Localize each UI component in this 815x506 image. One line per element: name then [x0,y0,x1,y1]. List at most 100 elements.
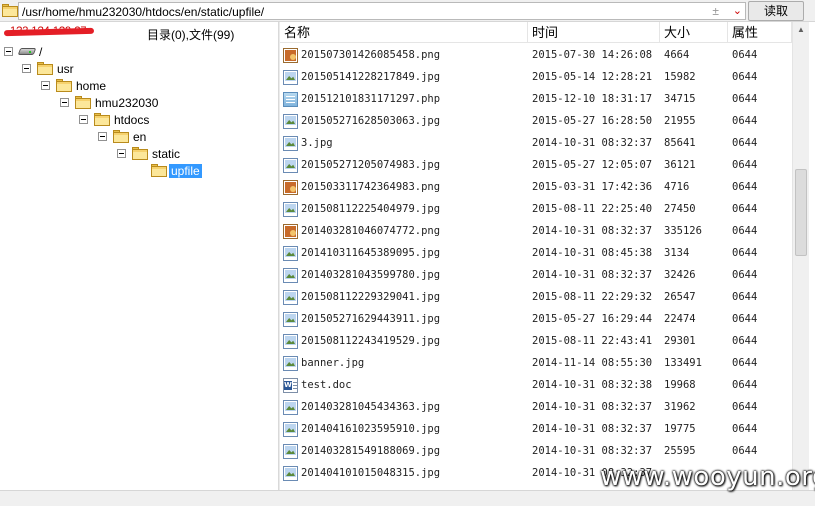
file-time: 2014-10-31 08:32:37 [532,445,653,457]
tree-node-label[interactable]: usr [55,62,76,76]
file-size: 4716 [664,181,690,193]
file-time: 2015-08-11 22:29:32 [532,291,653,303]
table-row[interactable]: 201505271628503063.jpg 2015-05-27 16:28:5… [280,111,792,133]
table-row[interactable]: 201404161023595910.jpg 2014-10-31 08:32:3… [280,419,792,441]
file-attr: 0644 [732,181,758,193]
file-attr: 0644 [732,137,758,149]
collapse-icon[interactable] [4,47,13,56]
file-time: 2014-10-31 08:32:37 [532,137,653,149]
table-row[interactable]: 201508112243419529.jpg 2015-08-11 22:43:4… [280,331,792,353]
file-name: 201512101831171297.php [301,93,441,105]
folder-icon [132,147,148,160]
jpg-image-icon [283,268,298,283]
collapse-icon[interactable] [98,132,107,141]
table-row[interactable]: 201403281045434363.jpg 2014-10-31 08:32:3… [280,397,792,419]
file-time: 2014-10-31 08:32:37 [532,269,653,281]
collapse-icon[interactable] [41,81,50,90]
column-header-size[interactable]: 大小 [660,22,728,43]
php-file-icon [283,92,298,107]
column-header-name[interactable]: 名称 [280,22,528,43]
tree-node-label[interactable]: en [131,130,148,144]
drive-icon [17,46,37,57]
jpg-image-icon [283,290,298,305]
file-time: 2015-03-31 17:42:36 [532,181,653,193]
vertical-scrollbar[interactable]: ▲ [792,22,809,490]
collapse-icon[interactable] [60,98,69,107]
file-attr: 0644 [732,203,758,215]
file-list: 201507301426085458.png 2015-07-30 14:26:0… [280,45,792,490]
path-input[interactable]: /usr/home/hmu232030/htdocs/en/static/upf… [18,2,746,20]
file-time: 2014-10-31 08:32:37 [532,401,653,413]
read-button[interactable]: 读取 [748,1,804,21]
file-attr: 0644 [732,291,758,303]
tree-node-label[interactable]: hmu232030 [93,96,160,110]
file-size: 15982 [664,71,696,83]
item-count-label: 目录(0),文件(99) [147,28,235,42]
jpg-image-icon [283,114,298,129]
table-row[interactable]: 201403281043599780.jpg 2014-10-31 08:32:3… [280,265,792,287]
file-attr: 0644 [732,379,758,391]
png-image-icon [283,180,298,195]
table-row[interactable]: 201403281549188069.jpg 2014-10-31 08:32:3… [280,441,792,463]
file-attr: 0644 [732,445,758,457]
scroll-up-icon[interactable]: ▲ [797,25,805,34]
collapse-icon[interactable] [117,149,126,158]
scrollbar-thumb[interactable] [795,169,807,256]
file-time: 2014-10-31 08:45:38 [532,247,653,259]
file-size: 19968 [664,379,696,391]
jpg-image-icon [283,136,298,151]
tree-node-label-selected[interactable]: upfile [169,164,202,178]
collapse-icon[interactable] [22,64,31,73]
table-row[interactable]: 201403281046074772.png 2014-10-31 08:32:3… [280,221,792,243]
folder-icon [75,96,91,109]
file-name: 201508112229329041.jpg [301,291,441,303]
column-header-attr[interactable]: 属性 [728,22,792,43]
file-size: 133491 [664,357,702,369]
table-row[interactable]: 201512101831171297.php 2015-12-10 18:31:1… [280,89,792,111]
plus-minus-icon[interactable]: ± [712,4,719,18]
file-name: 201505271629443911.jpg [301,313,441,325]
table-row[interactable]: 201508112229329041.jpg 2015-08-11 22:29:3… [280,287,792,309]
file-size: 25595 [664,445,696,457]
table-row[interactable]: banner.jpg 2014-11-14 08:55:30 133491 0644 [280,353,792,375]
file-attr: 0644 [732,93,758,105]
file-size: 4664 [664,49,690,61]
address-toolbar: /usr/home/hmu232030/htdocs/en/static/upf… [0,0,815,22]
table-row[interactable]: 201503311742364983.png 2015-03-31 17:42:3… [280,177,792,199]
file-attr: 0644 [732,269,758,281]
file-time: 2014-10-31 08:32:38 [532,379,653,391]
folder-icon [37,62,53,75]
file-time: 2015-08-11 22:25:40 [532,203,653,215]
tree-node-label[interactable]: htdocs [112,113,151,127]
chevron-down-icon[interactable]: ⌄ [733,4,742,17]
folder-icon [2,4,18,17]
table-row[interactable]: 201410311645389095.jpg 2014-10-31 08:45:3… [280,243,792,265]
table-row[interactable]: 3.jpg 2014-10-31 08:32:37 85641 0644 [280,133,792,155]
table-row[interactable]: 201508112225404979.jpg 2015-08-11 22:25:4… [280,199,792,221]
file-attr: 0644 [732,115,758,127]
collapse-icon[interactable] [79,115,88,124]
table-row[interactable]: 201505141228217849.jpg 2015-05-14 12:28:2… [280,67,792,89]
file-size: 19775 [664,423,696,435]
file-size: 3134 [664,247,690,259]
file-attr: 0644 [732,357,758,369]
file-time: 2015-08-11 22:43:41 [532,335,653,347]
column-header-time[interactable]: 时间 [528,22,660,43]
file-time: 2015-05-27 12:05:07 [532,159,653,171]
tree-node-label[interactable]: static [150,147,182,161]
tree-node-label[interactable]: home [74,79,108,93]
file-name: 201410311645389095.jpg [301,247,441,259]
file-name: 201404101015048315.jpg [301,467,441,479]
file-name: 201508112225404979.jpg [301,203,441,215]
tree-node-label[interactable]: / [37,45,44,59]
table-row[interactable]: 201505271205074983.jpg 2015-05-27 12:05:0… [280,155,792,177]
table-row[interactable]: 201507301426085458.png 2015-07-30 14:26:0… [280,45,792,67]
path-text[interactable]: /usr/home/hmu232030/htdocs/en/static/upf… [22,5,264,19]
file-name: 201404161023595910.jpg [301,423,441,435]
table-row[interactable]: 201505271629443911.jpg 2015-05-27 16:29:4… [280,309,792,331]
directory-tree: / usr home hmu232030 htdocs en static up… [0,43,278,490]
jpg-image-icon [283,400,298,415]
table-row[interactable]: Wtest.doc 2014-10-31 08:32:38 19968 0644 [280,375,792,397]
file-name: 201403281549188069.jpg [301,445,441,457]
file-attr: 0644 [732,247,758,259]
